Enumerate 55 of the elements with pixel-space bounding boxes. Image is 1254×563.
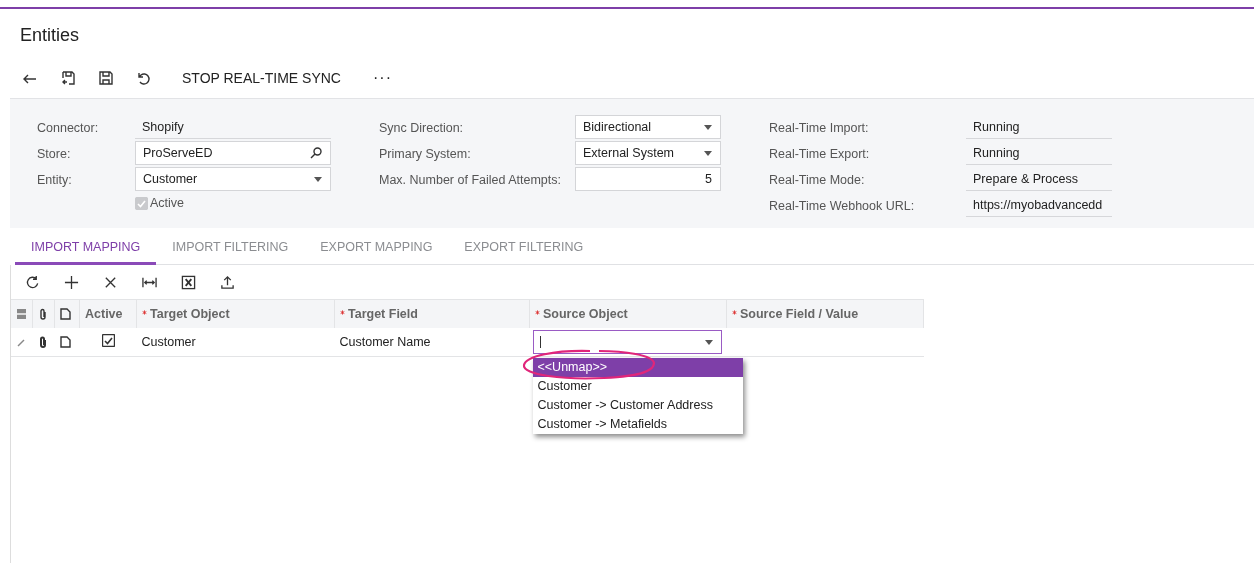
dropdown-field[interactable]: External System bbox=[575, 141, 721, 165]
dropdown-field[interactable]: Bidirectional bbox=[575, 115, 721, 139]
column-header[interactable]: Target Object bbox=[136, 299, 335, 328]
field-label: Real-Time Webhook URL: bbox=[769, 198, 916, 215]
stop-sync-button[interactable]: STOP REAL-TIME SYNC bbox=[176, 69, 347, 87]
field-value: Running bbox=[966, 115, 1112, 139]
field-value: https://myobadvancedd bbox=[966, 193, 1112, 217]
excel-icon[interactable] bbox=[181, 274, 196, 290]
table-cell: Customer Name bbox=[334, 328, 530, 357]
column-header[interactable]: Source Field / Value bbox=[726, 299, 924, 328]
tab[interactable]: IMPORT MAPPING bbox=[15, 240, 157, 265]
more-button[interactable]: ··· bbox=[372, 69, 392, 87]
field-value: Shopify bbox=[135, 115, 331, 139]
field-label: Real-Time Export: bbox=[769, 146, 871, 163]
refresh-icon[interactable] bbox=[25, 274, 40, 290]
field-value: Running bbox=[966, 141, 1112, 165]
field-label: Store: bbox=[37, 146, 72, 163]
column-header[interactable]: Source Object bbox=[529, 299, 727, 328]
field-label: Max. Number of Failed Attempts: bbox=[379, 172, 562, 189]
field-label: Entity: bbox=[37, 172, 73, 189]
save-close-icon[interactable] bbox=[60, 70, 76, 86]
table-cell: Customer bbox=[136, 328, 335, 357]
caret-icon bbox=[704, 124, 712, 130]
add-icon[interactable] bbox=[64, 274, 79, 290]
dropdown-option[interactable]: Customer -> Customer Address bbox=[532, 396, 743, 415]
checkbox-label: Active bbox=[150, 196, 185, 210]
field-value: Prepare & Process bbox=[966, 167, 1112, 191]
dropdown-field[interactable] bbox=[532, 330, 722, 354]
caret-icon bbox=[314, 176, 322, 182]
column-header[interactable]: Active bbox=[79, 299, 137, 328]
field-label: Real-Time Mode: bbox=[769, 172, 866, 189]
upload-icon[interactable] bbox=[220, 274, 235, 290]
dropdown-field[interactable]: Customer bbox=[135, 167, 331, 191]
attachment-icon[interactable] bbox=[37, 336, 49, 348]
attachment-icon bbox=[38, 308, 49, 320]
column-header[interactable]: Target Field bbox=[334, 299, 530, 328]
caret-icon bbox=[704, 150, 712, 156]
page-title: Entities bbox=[20, 25, 80, 46]
search-icon bbox=[310, 147, 322, 159]
caret-icon bbox=[704, 339, 713, 345]
dropdown-option[interactable]: Customer bbox=[532, 377, 743, 396]
undo-icon[interactable] bbox=[136, 70, 152, 86]
dropdown-option[interactable]: <<Unmap>> bbox=[532, 358, 743, 377]
checkbox[interactable] bbox=[101, 334, 115, 347]
note-icon[interactable] bbox=[59, 336, 71, 348]
lookup-field[interactable]: ProServeED bbox=[135, 141, 331, 165]
dropdown-option[interactable]: Customer -> Metafields bbox=[532, 415, 743, 434]
field-label: Sync Direction: bbox=[379, 120, 465, 137]
number-field[interactable]: 5 bbox=[575, 167, 721, 191]
save-icon[interactable] bbox=[98, 70, 114, 86]
field-label: Real-Time Import: bbox=[769, 120, 870, 137]
field-label: Connector: bbox=[37, 120, 100, 137]
field-label: Primary System: bbox=[379, 146, 472, 163]
note-icon bbox=[60, 308, 71, 320]
row-status-icon bbox=[16, 308, 27, 320]
